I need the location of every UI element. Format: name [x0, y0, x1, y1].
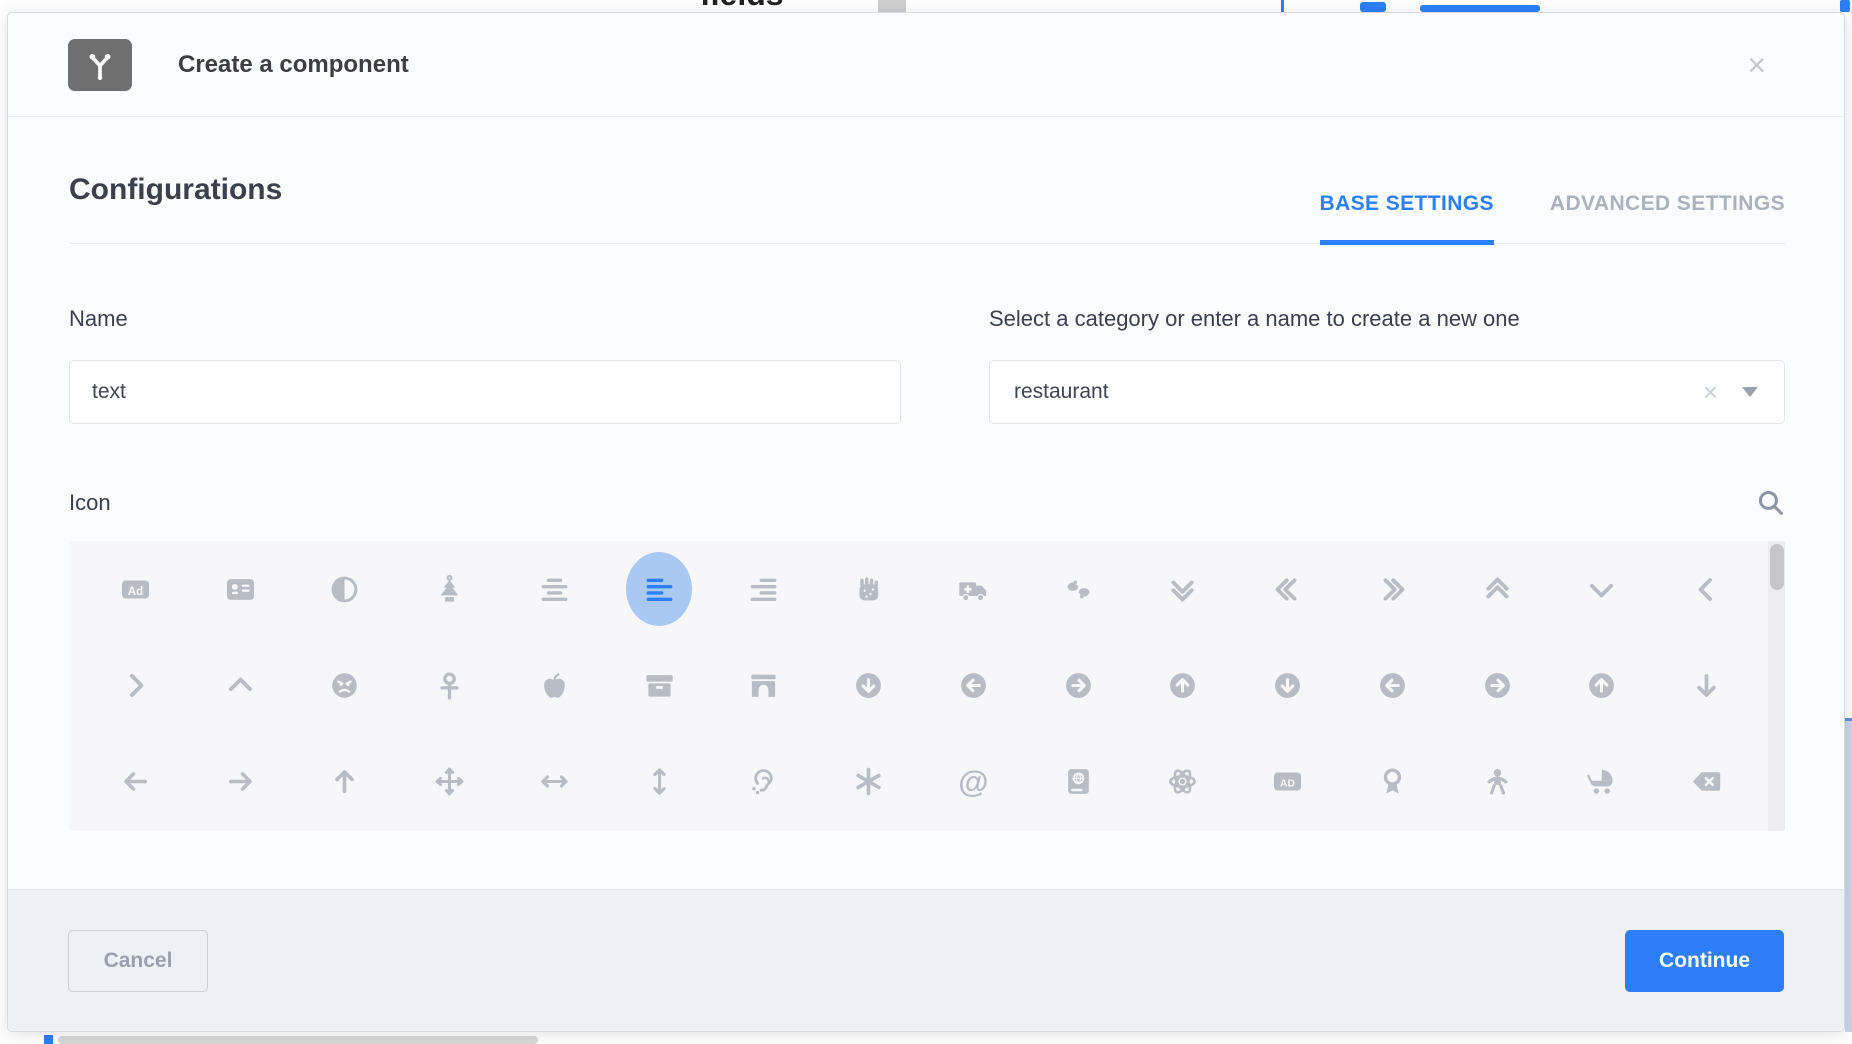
category-selected-value: restaurant — [1014, 380, 1703, 404]
adjust-icon[interactable] — [310, 551, 380, 627]
align-right-icon[interactable] — [729, 551, 799, 627]
background-blue-link-fragment — [1420, 5, 1540, 12]
archway-icon[interactable] — [729, 647, 799, 723]
apple-alt-icon[interactable] — [519, 647, 589, 723]
atom-icon[interactable] — [1148, 743, 1218, 819]
american-sign-language-interpreting-icon[interactable] — [1043, 551, 1113, 627]
background-text-fragment: fields — [700, 0, 784, 12]
baby-carriage-icon[interactable] — [1567, 743, 1637, 819]
chevron-down-icon[interactable] — [1742, 387, 1758, 397]
name-input[interactable] — [69, 360, 901, 424]
icon-grid-row: Ad — [69, 541, 1785, 637]
category-label: Select a category or enter a name to cre… — [989, 306, 1785, 332]
arrow-circle-left-icon[interactable] — [1357, 647, 1427, 723]
align-center-icon[interactable] — [519, 551, 589, 627]
cancel-button[interactable]: Cancel — [68, 930, 208, 992]
background-scrollbar-fragment — [878, 0, 906, 12]
category-select[interactable]: restaurant × — [989, 360, 1785, 424]
arrows-alt-v-icon[interactable] — [624, 743, 694, 819]
arrow-circle-down-icon[interactable] — [1253, 647, 1323, 723]
atlas-icon[interactable] — [1043, 743, 1113, 819]
continue-button[interactable]: Continue — [1625, 930, 1784, 992]
svg-text:AD: AD — [1280, 778, 1295, 789]
arrows-alt-h-icon[interactable] — [519, 743, 589, 819]
arrow-alt-circle-right-icon[interactable] — [1043, 647, 1113, 723]
create-component-modal: Create a component × Configurations BASE… — [7, 12, 1845, 1032]
modal-footer: Cancel Continue — [8, 889, 1844, 1031]
arrow-circle-right-icon[interactable] — [1462, 647, 1532, 723]
category-field-group: Select a category or enter a name to cre… — [989, 306, 1785, 424]
background-blue-edge-fragment — [1840, 0, 1850, 12]
arrow-down-icon[interactable] — [1672, 647, 1742, 723]
icon-grid: Ad @ AD — [69, 541, 1785, 831]
scrollbar-thumb[interactable] — [1770, 544, 1784, 590]
angle-left-icon[interactable] — [1672, 551, 1742, 627]
angle-up-icon[interactable] — [205, 647, 275, 723]
background-blue-square-fragment — [44, 1035, 53, 1044]
icon-label: Icon — [69, 490, 111, 516]
modal-title: Create a component — [178, 51, 409, 79]
name-field-group: Name — [69, 306, 901, 424]
background-gray-bar-fragment — [58, 1036, 538, 1044]
audio-description-icon[interactable]: AD — [1253, 743, 1323, 819]
at-icon[interactable]: @ — [938, 743, 1008, 819]
ad-icon[interactable]: Ad — [100, 551, 170, 627]
arrow-alt-circle-up-icon[interactable] — [1148, 647, 1218, 723]
baby-icon[interactable] — [1462, 743, 1532, 819]
arrow-alt-circle-left-icon[interactable] — [938, 647, 1008, 723]
clear-icon[interactable]: × — [1703, 379, 1718, 405]
ambulance-icon[interactable] — [938, 551, 1008, 627]
section-header: Configurations BASE SETTINGS ADVANCED SE… — [69, 173, 1785, 244]
angle-double-right-icon[interactable] — [1357, 551, 1427, 627]
background-page-top: fields — [0, 0, 1852, 12]
modal-header: Create a component × — [8, 13, 1844, 117]
name-label: Name — [69, 306, 901, 332]
background-divider-fragment — [1281, 0, 1284, 12]
angry-icon[interactable] — [310, 647, 380, 723]
close-icon[interactable]: × — [1747, 49, 1766, 81]
settings-tabs: BASE SETTINGS ADVANCED SETTINGS — [1320, 192, 1785, 243]
allergies-icon[interactable] — [834, 551, 904, 627]
tab-advanced-settings[interactable]: ADVANCED SETTINGS — [1550, 192, 1785, 243]
address-card-icon[interactable] — [205, 551, 275, 627]
assistive-listening-systems-icon[interactable] — [729, 743, 799, 819]
archive-icon[interactable] — [624, 647, 694, 723]
angle-right-icon[interactable] — [100, 647, 170, 723]
angle-down-icon[interactable] — [1567, 551, 1637, 627]
arrow-left-icon[interactable] — [100, 743, 170, 819]
search-icon[interactable] — [1756, 488, 1785, 517]
angle-double-up-icon[interactable] — [1462, 551, 1532, 627]
angle-double-down-icon[interactable] — [1148, 551, 1218, 627]
arrows-alt-icon[interactable] — [415, 743, 485, 819]
arrow-up-icon[interactable] — [310, 743, 380, 819]
arrow-right-icon[interactable] — [205, 743, 275, 819]
icon-grid-row — [69, 637, 1785, 733]
ankh-icon[interactable] — [415, 647, 485, 723]
background-blue-icon-fragment — [1360, 2, 1386, 12]
background-page-bottom — [0, 1032, 1852, 1044]
icon-grid-row: @ AD — [69, 733, 1785, 829]
tab-base-settings[interactable]: BASE SETTINGS — [1320, 192, 1494, 243]
align-left-icon[interactable] — [624, 551, 694, 627]
backspace-icon[interactable] — [1672, 743, 1742, 819]
page-title: Configurations — [69, 173, 282, 243]
background-page-right-sliver — [1845, 12, 1852, 1044]
angle-double-left-icon[interactable] — [1253, 551, 1323, 627]
arrow-alt-circle-down-icon[interactable] — [834, 647, 904, 723]
arrow-circle-up-icon[interactable] — [1567, 647, 1637, 723]
svg-text:Ad: Ad — [128, 584, 143, 597]
award-icon[interactable] — [1357, 743, 1427, 819]
selected-icon-halo — [626, 552, 692, 626]
air-freshener-icon[interactable] — [415, 551, 485, 627]
asterisk-icon[interactable] — [834, 743, 904, 819]
icon-grid-scrollbar[interactable] — [1768, 541, 1785, 831]
branch-icon — [68, 39, 132, 91]
